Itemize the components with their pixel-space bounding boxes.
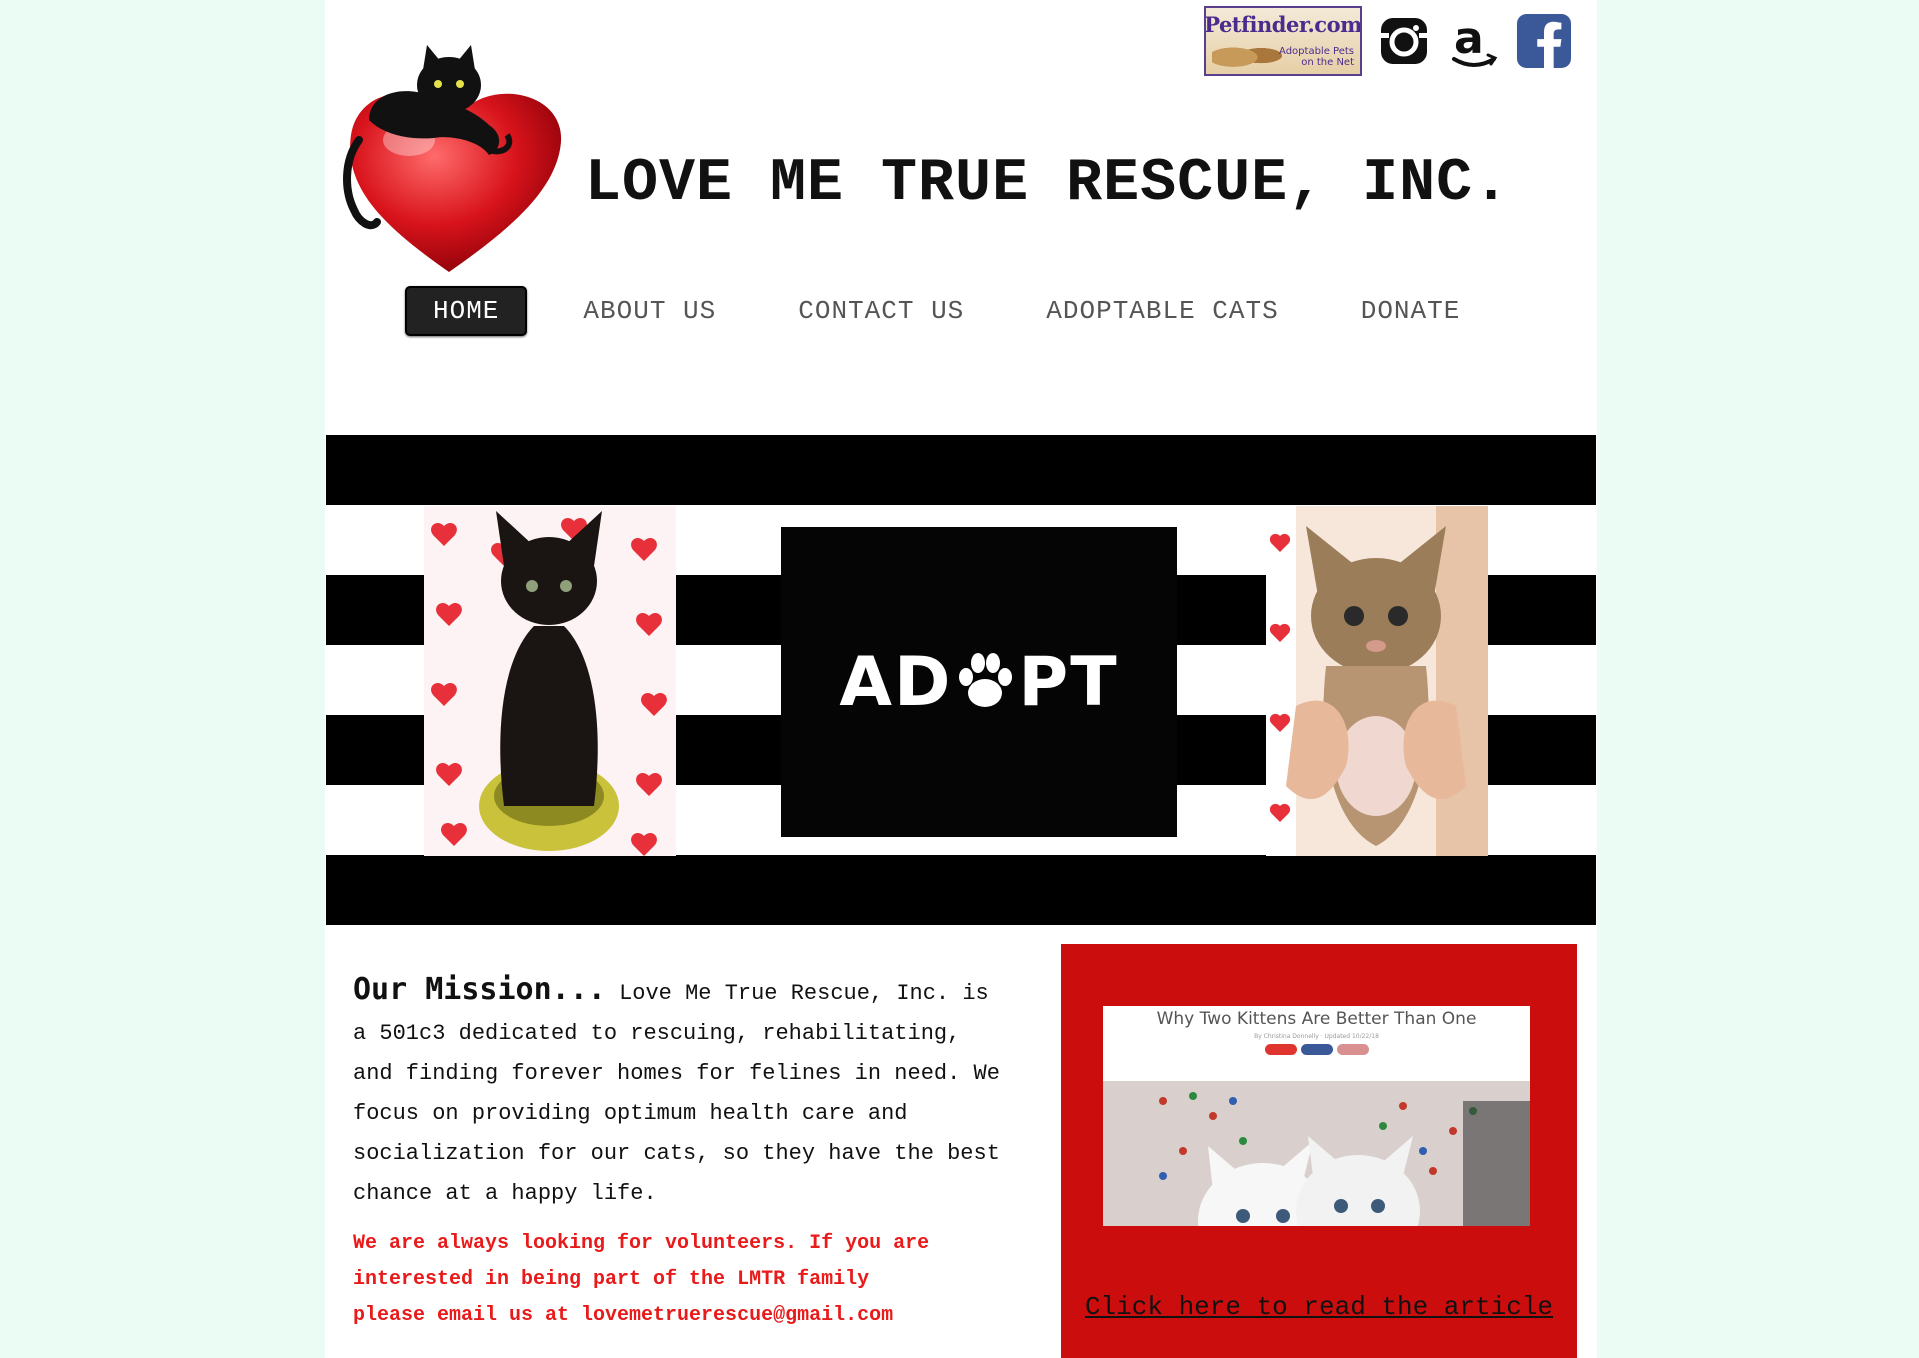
volunteer-notice: We are always looking for volunteers. If… — [353, 1226, 1013, 1334]
article-meta: By Christina Donnelly · Updated 10/22/18 — [1254, 1033, 1379, 1040]
read-article-link[interactable]: Click here to read the article — [1061, 1292, 1577, 1322]
petfinder-title: Petfinder.com — [1204, 12, 1362, 37]
article-panel: Why Two Kittens Are Better Than One By C… — [1061, 944, 1577, 1358]
nav-item-contact-us[interactable]: CONTACT US — [772, 288, 990, 334]
mission-section: Our Mission... Love Me True Rescue, Inc.… — [353, 970, 1013, 1334]
email-share-button[interactable] — [1336, 1044, 1369, 1055]
facebook-share-button[interactable] — [1300, 1044, 1333, 1055]
adopt-text-right: PT — [1018, 642, 1119, 722]
hero-banner: AD PT — [326, 435, 1596, 927]
svg-text:a: a — [1454, 13, 1484, 64]
share-buttons — [1103, 1044, 1530, 1055]
pin-share-button[interactable] — [1264, 1044, 1297, 1055]
adopt-graphic[interactable]: AD PT — [781, 527, 1177, 837]
mission-body: Love Me True Rescue, Inc. is a 501c3 ded… — [353, 981, 1000, 1206]
social-links: Petfinder.com Adoptable Pets on the Net … — [1204, 6, 1572, 76]
article-preview[interactable]: Why Two Kittens Are Better Than One By C… — [1103, 1006, 1530, 1226]
page-container: Petfinder.com Adoptable Pets on the Net … — [325, 0, 1597, 1358]
amazon-icon[interactable]: a — [1446, 10, 1502, 72]
heart-cat-logo[interactable] — [329, 40, 569, 280]
petfinder-pets-image — [1212, 38, 1282, 70]
adopt-text-left: AD — [839, 642, 953, 722]
paw-icon — [959, 653, 1013, 707]
instagram-icon[interactable] — [1376, 10, 1432, 72]
two-white-kittens-photo — [1103, 1081, 1530, 1226]
article-title: Why Two Kittens Are Better Than One — [1156, 1009, 1477, 1029]
volunteer-line-1: We are always looking for volunteers. If… — [353, 1232, 930, 1255]
volunteer-line-3[interactable]: please email us at lovemetruerescue@gmai… — [353, 1298, 1013, 1334]
petfinder-link[interactable]: Petfinder.com Adoptable Pets on the Net — [1204, 6, 1362, 76]
volunteer-line-2: interested in being part of the LMTR fam… — [353, 1268, 870, 1291]
nav-item-adoptable-cats[interactable]: ADOPTABLE CATS — [1020, 288, 1304, 334]
facebook-icon[interactable] — [1516, 10, 1572, 72]
tabby-kitten-photo — [1266, 506, 1488, 856]
black-kitten-photo — [424, 506, 676, 856]
mission-paragraph: Our Mission... Love Me True Rescue, Inc.… — [353, 970, 1013, 1214]
nav-item-about-us[interactable]: ABOUT US — [557, 288, 742, 334]
main-nav: HOME ABOUT US CONTACT US ADOPTABLE CATS … — [405, 286, 1516, 336]
nav-item-donate[interactable]: DONATE — [1335, 288, 1487, 334]
petfinder-subtitle: Adoptable Pets on the Net — [1279, 46, 1354, 68]
adopt-text: AD PT — [839, 643, 1118, 722]
mission-heading: Our Mission... — [353, 972, 606, 1007]
nav-item-home[interactable]: HOME — [405, 286, 528, 336]
site-title: LOVE ME TRUE RESCUE, INC. — [585, 150, 1511, 218]
